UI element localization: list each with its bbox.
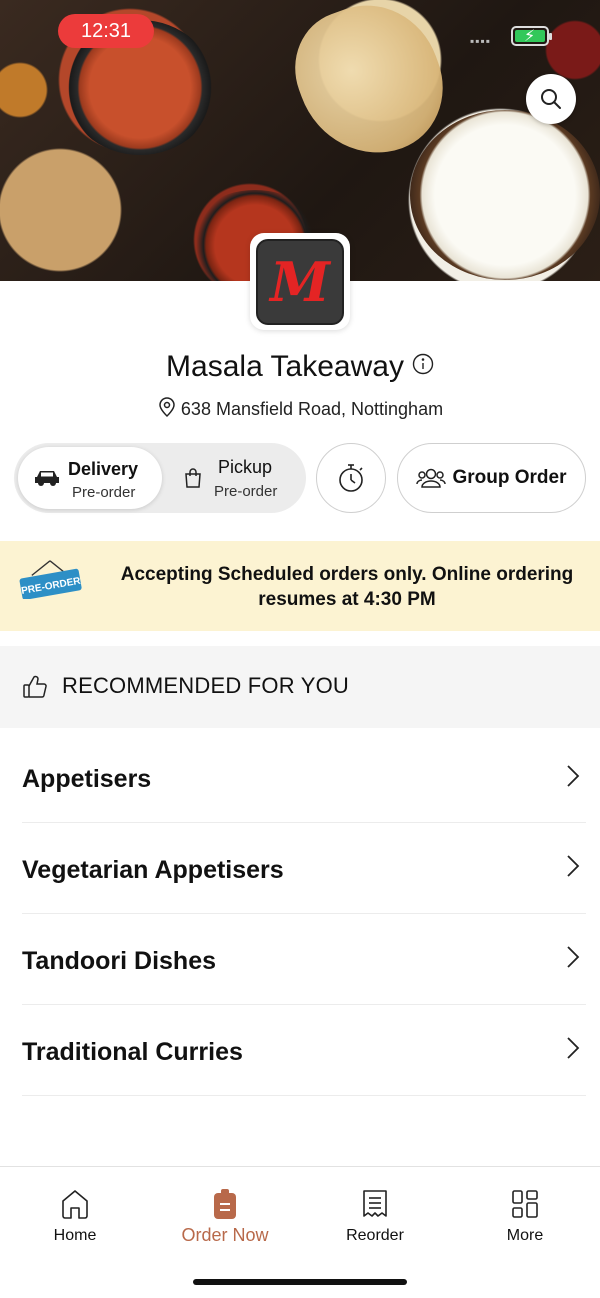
category-row[interactable]: Vegetarian Appetisers	[22, 824, 586, 914]
category-row[interactable]: Appetisers	[22, 733, 586, 823]
tab-label: Home	[53, 1227, 97, 1244]
order-now-icon	[214, 1189, 236, 1219]
stopwatch-icon	[339, 464, 363, 492]
chevron-right-icon	[567, 765, 580, 787]
delivery-option[interactable]: Delivery Pre-order	[18, 447, 162, 509]
search-button[interactable]	[526, 74, 576, 124]
info-icon[interactable]	[412, 353, 434, 375]
tab-more[interactable]: More	[465, 1187, 585, 1245]
delivery-label: Delivery	[68, 459, 139, 479]
tab-home[interactable]: Home	[15, 1187, 135, 1245]
tab-reorder[interactable]: Reorder	[315, 1187, 435, 1245]
home-indicator	[193, 1279, 407, 1285]
battery-icon: ⚡	[511, 26, 552, 46]
group-order-label: Group Order	[452, 467, 567, 488]
chevron-right-icon	[567, 1037, 580, 1059]
pre-order-tag-icon: PRE-ORDER	[19, 560, 82, 599]
category-row[interactable]: Traditional Curries	[22, 1006, 586, 1096]
banner-message: Accepting Scheduled orders only. Online …	[120, 564, 574, 610]
category-label: Appetisers	[22, 765, 152, 793]
tab-label: More	[506, 1227, 544, 1244]
restaurant-title: Masala Takeaway	[0, 350, 600, 384]
chevron-right-icon	[567, 855, 580, 877]
tab-order-now[interactable]: Order Now	[165, 1187, 285, 1246]
receipt-icon	[363, 1190, 387, 1217]
recommended-label: RECOMMENDED FOR YOU	[62, 673, 349, 698]
shopping-bag-icon	[185, 468, 201, 488]
location-pin-icon	[159, 397, 175, 418]
group-icon	[416, 468, 447, 488]
delivery-sub: Pre-order	[72, 484, 136, 501]
address-text: 638 Mansfield Road, Nottingham	[180, 399, 444, 419]
status-time: 12:31	[58, 14, 154, 48]
thumbs-up-icon	[23, 675, 47, 698]
pickup-label: Pickup	[218, 457, 273, 477]
signal-icon: ▪▪▪▪	[470, 34, 492, 48]
scheduled-orders-banner: PRE-ORDER Accepting Scheduled orders onl…	[0, 541, 600, 631]
order-mode-toggle: Delivery Pre-order Pickup Pre-order	[14, 443, 306, 513]
home-icon	[62, 1190, 88, 1219]
category-label: Traditional Curries	[22, 1038, 243, 1066]
restaurant-logo: M	[250, 233, 350, 330]
restaurant-address: 638 Mansfield Road, Nottingham	[0, 396, 600, 420]
car-icon	[35, 471, 59, 486]
tab-label: Reorder	[346, 1227, 404, 1244]
category-label: Tandoori Dishes	[22, 947, 217, 975]
tab-label: Order Now	[181, 1225, 269, 1245]
chevron-right-icon	[567, 946, 580, 968]
grid-icon	[512, 1190, 538, 1218]
schedule-button[interactable]	[316, 443, 386, 513]
category-label: Vegetarian Appetisers	[22, 856, 284, 884]
logo-letter: M	[270, 249, 330, 314]
restaurant-name: Masala Takeaway	[166, 350, 404, 383]
pickup-sub: Pre-order	[214, 483, 278, 500]
recommended-section[interactable]: RECOMMENDED FOR YOU	[0, 646, 600, 728]
group-order-button[interactable]: Group Order	[397, 443, 586, 513]
category-row[interactable]: Tandoori Dishes	[22, 915, 586, 1005]
search-icon	[541, 89, 561, 109]
